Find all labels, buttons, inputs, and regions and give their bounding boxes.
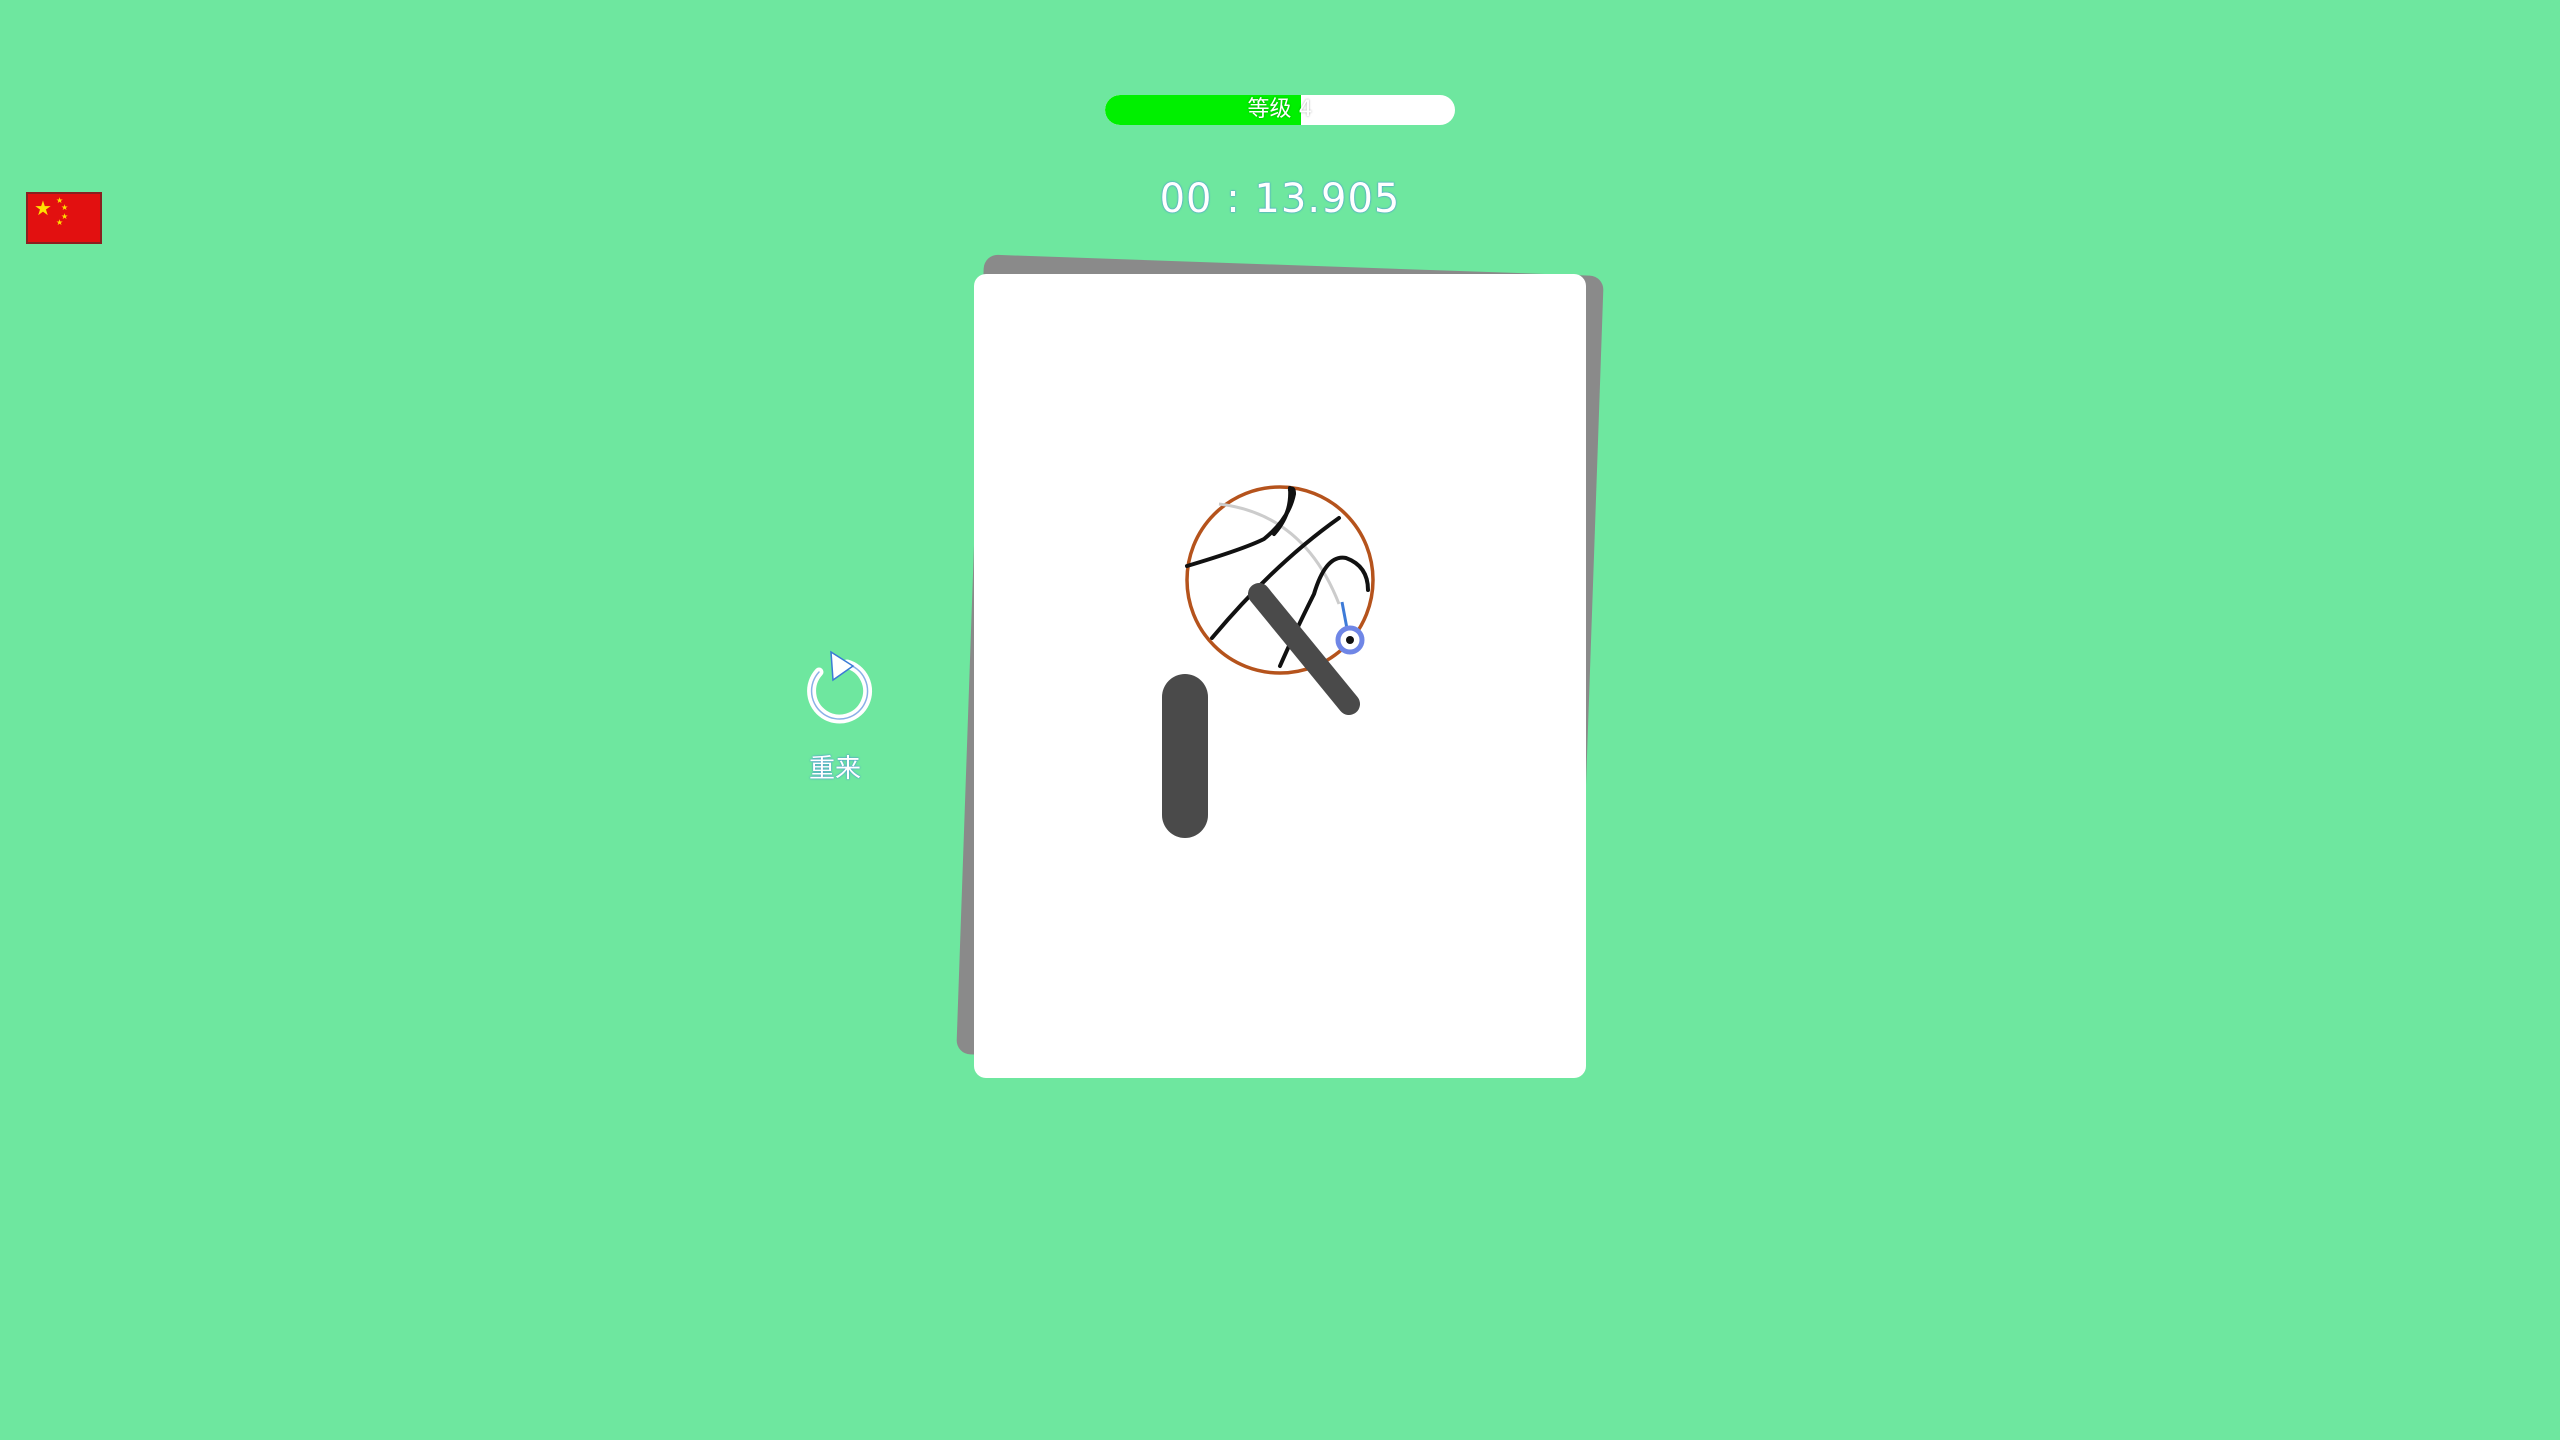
level-label: 等级 4: [1247, 97, 1313, 122]
flag-star-icon: ★: [56, 218, 64, 227]
language-flag-button[interactable]: ★ ★ ★ ★ ★: [26, 192, 102, 244]
level-progress-bar: 等级 4: [1105, 95, 1455, 125]
pillar-obstacle: [1162, 674, 1208, 838]
drawing-paper[interactable]: [974, 274, 1586, 1078]
restart-button[interactable]: 重来: [795, 650, 875, 785]
game-screen: 等级 4 00 : 13.905 ★ ★ ★ ★ ★ 重来: [0, 0, 2560, 1440]
restart-icon: [807, 650, 873, 724]
game-scene[interactable]: [974, 274, 1586, 1078]
flag-star-icon: ★: [61, 203, 69, 212]
restart-label: 重来: [808, 754, 861, 784]
flag-star-icon: ★: [34, 196, 52, 220]
timer: 00 : 13.905: [1159, 176, 1401, 222]
